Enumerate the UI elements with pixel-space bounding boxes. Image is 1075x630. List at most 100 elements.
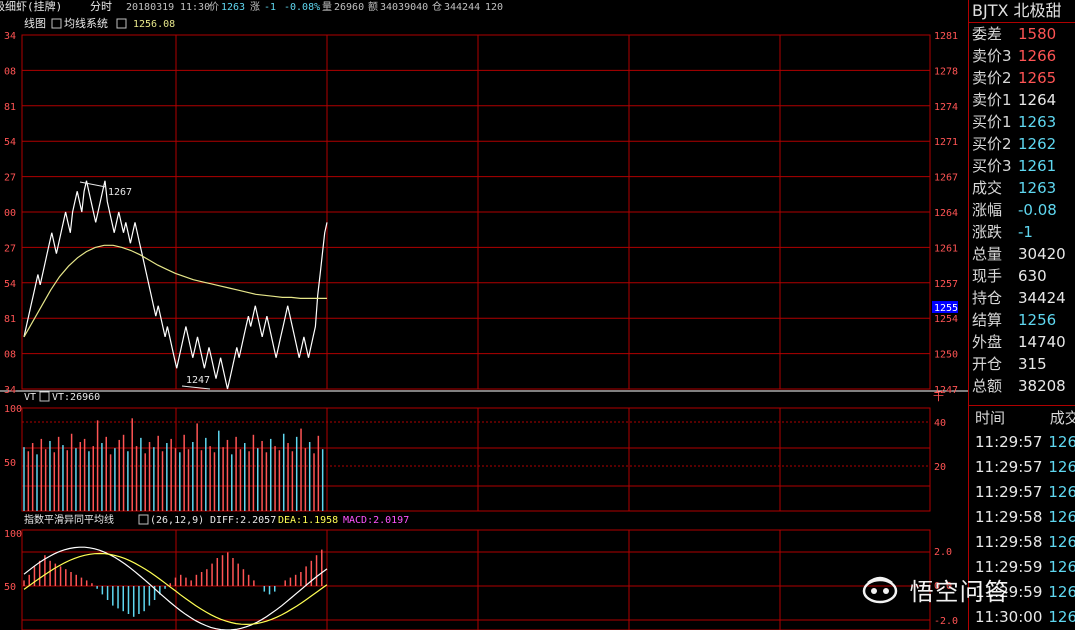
quote-row-label: 买价3 xyxy=(972,157,1012,175)
left-tick-label: 00 xyxy=(4,208,16,219)
quote-row: 外盘 14740 xyxy=(969,331,1075,353)
chart-grid xyxy=(0,34,968,630)
quote-row: 涨幅 -0.08 xyxy=(969,199,1075,221)
quote-row-label: 买价2 xyxy=(972,135,1012,153)
low-label: 1247 xyxy=(186,375,210,386)
quote-row: 持仓 34424 xyxy=(969,287,1075,309)
tick-price: 126 xyxy=(1048,458,1075,476)
macd-toggle-icon[interactable] xyxy=(138,514,149,525)
macd-left-tick: 100 xyxy=(4,529,22,540)
right-tick-label: 1267 xyxy=(934,173,958,184)
right-tick-label: 1250 xyxy=(934,350,958,361)
left-tick-label: 34 xyxy=(4,385,16,396)
quote-row: 成交 1263 xyxy=(969,177,1075,199)
topbar-oi-label: 仓 xyxy=(432,0,442,13)
quote-row-value: 1266 xyxy=(1018,47,1057,65)
macd-right-tick: -2.0 xyxy=(934,616,958,627)
quote-row-value: 30420 xyxy=(1018,245,1066,263)
high-label: 1267 xyxy=(108,187,132,198)
right-tick-label: 1278 xyxy=(934,66,958,77)
tick-row[interactable]: 11:29:58 126 xyxy=(969,530,1075,555)
right-tick-label: 1274 xyxy=(934,102,958,113)
quote-row-label: 外盘 xyxy=(972,333,1003,351)
macd-value: MACD:2.0197 xyxy=(343,515,409,526)
wukong-logo-icon xyxy=(862,576,898,603)
macd-right-tick: 2.0 xyxy=(934,547,952,558)
right-tick-label: 1264 xyxy=(934,208,958,219)
macd-panel-frame xyxy=(21,529,931,630)
topbar-time: 11:30 xyxy=(180,2,210,13)
quote-row-value: 1265 xyxy=(1018,69,1057,87)
left-tick-label: 54 xyxy=(4,137,16,148)
ma-toggle-icon[interactable] xyxy=(51,18,62,29)
quote-rows: 委差 1580 卖价3 1266 卖价2 1265 卖价1 1264 买价1 1263 买价2 126… xyxy=(969,23,1075,397)
watermark-text: 悟空问答 xyxy=(909,578,1010,606)
topbar-oi: 344244 xyxy=(444,2,480,13)
quote-row-label: 卖价2 xyxy=(972,69,1012,87)
tick-price: 126 xyxy=(1048,433,1075,451)
quote-row-label: 总额 xyxy=(972,377,1003,395)
instrument-title: 极细虾(挂牌) xyxy=(0,0,62,13)
tick-time: 11:29:57 xyxy=(975,458,1043,476)
left-tick-label: 08 xyxy=(4,66,16,77)
ma-label: 均线系统 xyxy=(64,16,108,30)
watermark: 悟空问答 xyxy=(862,572,1062,612)
topbar-price: 1263 xyxy=(221,2,245,13)
topbar-extra: 120 xyxy=(485,2,503,13)
quote-row: 开仓 315 xyxy=(969,353,1075,375)
topbar-change-label: 涨 xyxy=(250,1,260,13)
quote-row-label: 涨幅 xyxy=(972,201,1003,219)
quote-row: 总额 38208 xyxy=(969,375,1075,397)
ma-value-toggle-icon[interactable] xyxy=(116,18,127,29)
current-price-tag-text: 1255 xyxy=(934,303,958,314)
quote-row-label: 涨跌 xyxy=(972,223,1003,241)
right-tick-label: 1261 xyxy=(934,243,958,254)
quote-row: 买价1 1263 xyxy=(969,111,1075,133)
vol-left-tick: 50 xyxy=(4,458,16,469)
quote-row-value: 1263 xyxy=(1018,113,1057,131)
quote-row: 现手 630 xyxy=(969,265,1075,287)
quote-row: 委差 1580 xyxy=(969,23,1075,45)
left-tick-label: 81 xyxy=(4,314,16,325)
quote-row-value: 1256 xyxy=(1018,311,1057,329)
tick-row[interactable]: 11:29:57 126 xyxy=(969,430,1075,455)
main-panel-label: 线图 xyxy=(24,16,46,30)
topbar-price-label: 价 xyxy=(209,1,219,13)
topbar-amount-label: 额 xyxy=(368,0,378,13)
tick-row[interactable]: 11:29:57 126 xyxy=(969,455,1075,480)
quote-row-label: 总量 xyxy=(972,245,1003,263)
quote-panel: BJTX 北极甜 委差 1580 卖价3 1266 卖价2 1265 卖价1 1264 买价1 1… xyxy=(968,0,1075,630)
left-tick-label: 34 xyxy=(4,31,16,42)
chart-mode[interactable]: 分时 xyxy=(90,0,112,13)
vol-panel-label: VT xyxy=(24,392,36,403)
quote-row-value: 14740 xyxy=(1018,333,1066,351)
quote-row: 卖价1 1264 xyxy=(969,89,1075,111)
tick-price: 126 xyxy=(1048,533,1075,551)
macd-diff: DIFF:2.2057 xyxy=(210,515,276,526)
chart-area[interactable]: 极细虾(挂牌) 分时 20180319 11:30 价 1263 涨 -1 -0… xyxy=(0,0,968,630)
tick-row[interactable]: 11:29:58 126 xyxy=(969,505,1075,530)
macd-params: (26,12,9) xyxy=(150,515,204,526)
quote-row: 买价2 1262 xyxy=(969,133,1075,155)
quote-row-value: 34424 xyxy=(1018,289,1066,307)
topbar-change: -1 xyxy=(264,2,276,13)
ma-value: 1256.08 xyxy=(133,19,175,30)
quote-row-label: 现手 xyxy=(972,267,1003,285)
vol-corner-unit: 千 xyxy=(933,390,944,403)
vol-left-tick: 100 xyxy=(4,404,22,415)
left-tick-label: 08 xyxy=(4,350,16,361)
quote-title[interactable]: BJTX 北极甜 xyxy=(969,0,1075,23)
main-axis-ticks: 34 08 81 54 27 00 27 54 81 08 34 1281 1278 1274 1271 12… xyxy=(4,31,958,627)
quote-row: 总量 30420 xyxy=(969,243,1075,265)
vol-toggle-icon[interactable] xyxy=(39,391,50,402)
left-tick-label: 27 xyxy=(4,243,16,254)
tick-row[interactable]: 11:29:57 126 xyxy=(969,480,1075,505)
quote-row-label: 开仓 xyxy=(972,355,1003,373)
high-marker xyxy=(79,181,107,188)
tick-price: 126 xyxy=(1048,508,1075,526)
quote-row-value: 630 xyxy=(1018,267,1047,285)
quote-row-label: 卖价3 xyxy=(972,47,1012,65)
quote-row-value: 1580 xyxy=(1018,25,1057,43)
quote-row-label: 结算 xyxy=(972,311,1003,329)
left-tick-label: 54 xyxy=(4,279,16,290)
